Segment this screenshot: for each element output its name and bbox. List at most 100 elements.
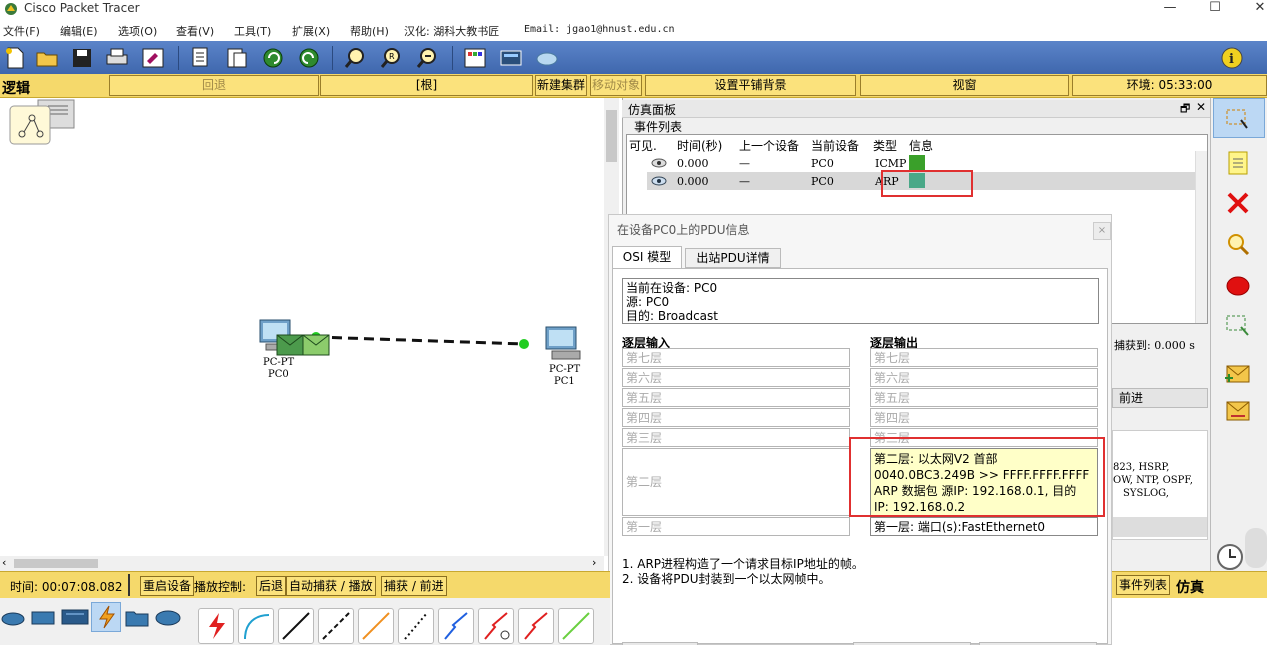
scroll-thumb[interactable] bbox=[606, 110, 617, 162]
delete-icon[interactable] bbox=[1225, 190, 1251, 216]
realtime-toggle-handle[interactable] bbox=[1245, 528, 1267, 568]
in-layer-2[interactable]: 第二层 bbox=[622, 448, 850, 516]
folder-category-icon[interactable] bbox=[124, 604, 150, 630]
out-layer-7[interactable]: 第七层 bbox=[870, 348, 1098, 367]
filter-button[interactable] bbox=[1113, 517, 1207, 537]
in-layer-4[interactable]: 第四层 bbox=[622, 408, 850, 427]
scroll-right-arrow-icon[interactable]: › bbox=[592, 556, 596, 569]
scroll-left-arrow-icon[interactable]: ‹ bbox=[2, 556, 6, 569]
serial-dte-cable-button[interactable] bbox=[518, 608, 554, 644]
new-file-icon[interactable] bbox=[2, 45, 28, 71]
note-icon[interactable] bbox=[1225, 150, 1251, 176]
redo-icon[interactable] bbox=[296, 45, 322, 71]
zoom-out-icon[interactable] bbox=[414, 45, 440, 71]
new-cluster-button[interactable]: 新建集群 bbox=[535, 75, 587, 96]
serial-dce-cable-button[interactable] bbox=[478, 608, 514, 644]
draw-ellipse-icon[interactable] bbox=[1225, 273, 1251, 299]
column-last-device[interactable]: 上一个设备 bbox=[739, 137, 799, 154]
menu-extensions[interactable]: 扩展(X) bbox=[292, 23, 330, 39]
column-current-device[interactable]: 当前设备 bbox=[811, 137, 859, 154]
forward-button[interactable]: 前进 bbox=[1112, 388, 1208, 408]
out-layer-1[interactable]: 第一层: 端口(s):FastEthernet0 bbox=[870, 517, 1098, 536]
menu-options[interactable]: 选项(O) bbox=[118, 23, 157, 39]
capture-forward-button[interactable]: 捕获 / 前进 bbox=[381, 576, 447, 596]
in-layer-1[interactable]: 第一层 bbox=[622, 517, 850, 536]
ethernet-link[interactable] bbox=[315, 335, 525, 346]
paste-icon[interactable] bbox=[224, 45, 250, 71]
scroll-thumb[interactable] bbox=[14, 559, 98, 568]
eye-icon[interactable] bbox=[651, 157, 667, 169]
logical-label[interactable]: 逻辑 bbox=[2, 78, 30, 98]
move-object-button[interactable]: 移动对象 bbox=[590, 75, 642, 96]
environment-button[interactable]: 环境: 05:33:00 bbox=[1072, 75, 1267, 96]
router-category-icon[interactable] bbox=[0, 604, 26, 630]
coaxial-cable-button[interactable] bbox=[438, 608, 474, 644]
in-layer-7[interactable]: 第七层 bbox=[622, 348, 850, 367]
print-icon[interactable] bbox=[104, 45, 130, 71]
out-layer-5[interactable]: 第五层 bbox=[870, 388, 1098, 407]
select-icon[interactable] bbox=[1225, 106, 1251, 132]
column-type[interactable]: 类型 bbox=[873, 137, 897, 154]
in-layer-3[interactable]: 第三层 bbox=[622, 428, 850, 447]
add-simple-pdu-icon[interactable] bbox=[1223, 360, 1251, 386]
straight-through-cable-button[interactable] bbox=[278, 608, 314, 644]
in-layer-6[interactable]: 第六层 bbox=[622, 368, 850, 387]
console-cable-button[interactable] bbox=[238, 608, 274, 644]
auto-connection-button[interactable] bbox=[198, 608, 234, 644]
close-panel-icon[interactable]: ✕ bbox=[1196, 100, 1206, 114]
minimize-button[interactable]: — bbox=[1150, 0, 1190, 20]
activity-wizard-icon[interactable] bbox=[140, 45, 166, 71]
event-list-scrollbar[interactable] bbox=[1195, 151, 1207, 323]
root-button[interactable]: [根] bbox=[320, 75, 533, 96]
fiber-cable-button[interactable] bbox=[358, 608, 394, 644]
menu-edit[interactable]: 编辑(E) bbox=[60, 23, 98, 39]
column-info[interactable]: 信息 bbox=[909, 137, 933, 154]
tab-osi-model[interactable]: OSI 模型 bbox=[612, 246, 682, 268]
custom-device-icon[interactable] bbox=[498, 45, 524, 71]
zoom-in-icon[interactable] bbox=[342, 45, 368, 71]
save-icon[interactable] bbox=[69, 45, 95, 71]
out-layer-4[interactable]: 第四层 bbox=[870, 408, 1098, 427]
auto-capture-play-button[interactable]: 自动捕获 / 播放 bbox=[286, 576, 376, 596]
menu-tools[interactable]: 工具(T) bbox=[234, 23, 271, 39]
event-list-toggle-button[interactable]: 事件列表 bbox=[1116, 575, 1171, 595]
add-complex-pdu-icon[interactable] bbox=[1223, 398, 1251, 424]
back-button[interactable]: 回退 bbox=[109, 75, 319, 96]
pdu-envelope-icon[interactable] bbox=[276, 334, 330, 356]
hub-category-icon[interactable] bbox=[60, 604, 90, 630]
switch-category-icon[interactable] bbox=[30, 604, 56, 630]
phone-cable-button[interactable] bbox=[398, 608, 434, 644]
close-button[interactable]: ✕ bbox=[1240, 0, 1267, 20]
eye-icon[interactable] bbox=[651, 175, 667, 187]
event-info-color[interactable] bbox=[909, 155, 925, 170]
tab-outbound-pdu-details[interactable]: 出站PDU详情 bbox=[685, 248, 781, 268]
menu-help[interactable]: 帮助(H) bbox=[350, 23, 389, 39]
undo-icon[interactable] bbox=[260, 45, 286, 71]
pc1-device-icon[interactable] bbox=[542, 325, 586, 365]
playback-back-button[interactable]: 后退 bbox=[256, 576, 287, 596]
octal-cable-button[interactable] bbox=[558, 608, 594, 644]
menu-view[interactable]: 查看(V) bbox=[176, 23, 214, 39]
copy-icon[interactable] bbox=[188, 45, 214, 71]
open-folder-icon[interactable] bbox=[34, 45, 60, 71]
simulation-mode-label[interactable]: 仿真 bbox=[1176, 577, 1204, 597]
clock-icon[interactable] bbox=[1215, 542, 1245, 572]
inspect-icon[interactable] bbox=[1225, 232, 1251, 258]
viewport-button[interactable]: 视窗 bbox=[860, 75, 1069, 96]
column-visible[interactable]: 可见. bbox=[629, 137, 657, 154]
resize-shape-icon[interactable] bbox=[1225, 313, 1251, 339]
menu-file[interactable]: 文件(F) bbox=[3, 23, 40, 39]
wan-cloud-category-icon[interactable] bbox=[154, 604, 182, 630]
maximize-button[interactable]: ☐ bbox=[1195, 0, 1235, 20]
restore-panel-icon[interactable]: 🗗 bbox=[1180, 100, 1190, 119]
restart-devices-button[interactable]: 重启设备 bbox=[140, 576, 195, 596]
info-icon[interactable]: i bbox=[1219, 45, 1245, 71]
column-time[interactable]: 时间(秒) bbox=[677, 137, 722, 154]
in-layer-5[interactable]: 第五层 bbox=[622, 388, 850, 407]
set-tiled-background-button[interactable]: 设置平铺背景 bbox=[645, 75, 856, 96]
zoom-reset-icon[interactable]: R bbox=[378, 45, 404, 71]
out-layer-6[interactable]: 第六层 bbox=[870, 368, 1098, 387]
palette-icon[interactable] bbox=[462, 45, 488, 71]
logical-workspace[interactable]: PC-PT PC0 PC-PT PC1 bbox=[0, 98, 604, 556]
crossover-cable-button[interactable] bbox=[318, 608, 354, 644]
